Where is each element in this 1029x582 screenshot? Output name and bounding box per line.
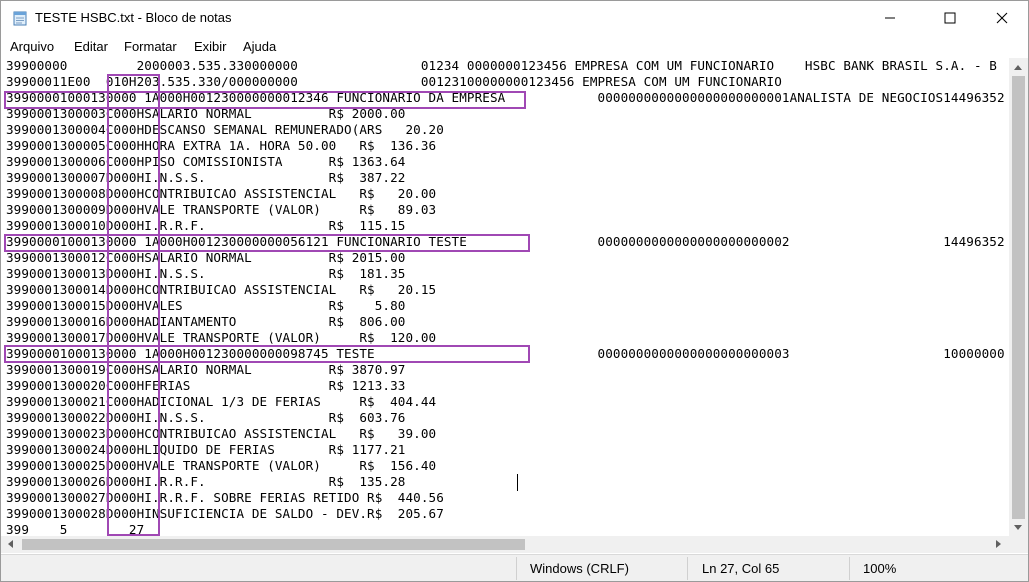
text-line: 3990001300019C000HSALARIO NORMAL R$ 3870… xyxy=(6,362,406,377)
notepad-icon xyxy=(12,10,28,26)
text-line: 3990001300005C000HHORA EXTRA 1A. HORA 50… xyxy=(6,138,437,153)
text-line: 3990001300014D000HCONTRIBUICAO ASSISTENC… xyxy=(6,282,437,297)
text-line: 39900001000130000 1A000H0012300000000987… xyxy=(6,346,1005,361)
status-cursor-position: Ln 27, Col 65 xyxy=(702,561,780,576)
text-line: 3990001300003C000HSALARIO NORMAL R$ 2000… xyxy=(6,106,406,121)
horizontal-scroll-thumb[interactable] xyxy=(22,539,525,550)
text-line: 3990001300021C000HADICIONAL 1/3 DE FERIA… xyxy=(6,394,437,409)
text-caret xyxy=(517,474,518,491)
menu-editar[interactable]: Editar xyxy=(74,39,108,54)
status-zoom: 100% xyxy=(863,561,897,576)
status-bar: Windows (CRLF) Ln 27, Col 65 100% xyxy=(1,554,1028,581)
text-line: 3990001300004C000HDESCANSO SEMANAL REMUN… xyxy=(6,122,444,137)
status-separator xyxy=(849,557,850,580)
scroll-right-icon[interactable] xyxy=(996,540,1001,548)
text-line: 3990001300016D000HADIANTAMENTO R$ 806.00 xyxy=(6,314,406,329)
scroll-left-icon[interactable] xyxy=(8,540,13,548)
text-line: 3990001300022D000HI.N.S.S. R$ 603.76 xyxy=(6,410,406,425)
menu-formatar[interactable]: Formatar xyxy=(124,39,177,54)
text-line: 3990001300027D000HI.R.R.F. SOBRE FERIAS … xyxy=(6,490,444,505)
status-separator xyxy=(687,557,688,580)
menu-arquivo[interactable]: Arquivo xyxy=(10,39,54,54)
minimize-button[interactable] xyxy=(867,1,913,35)
text-editor-area[interactable]: 39900000 2000003.535.330000000 01234 000… xyxy=(3,58,1008,536)
maximize-icon xyxy=(944,9,956,28)
scroll-down-icon[interactable] xyxy=(1014,525,1022,530)
title-bar[interactable]: TESTE HSBC.txt - Bloco de notas xyxy=(1,1,1028,35)
status-separator xyxy=(516,557,517,580)
maximize-button[interactable] xyxy=(927,1,973,35)
text-line: 3990001300007D000HI.N.S.S. R$ 387.22 xyxy=(6,170,406,185)
close-icon xyxy=(996,9,1008,28)
text-line: 39900011E00 010H203.535.330/000000000 00… xyxy=(6,74,782,89)
text-line: 3990001300006C000HPISO COMISSIONISTA R$ … xyxy=(6,154,406,169)
minimize-icon xyxy=(884,9,896,28)
text-line: 3990001300012C000HSALARIO NORMAL R$ 2015… xyxy=(6,250,406,265)
scrollbar-corner xyxy=(1009,536,1028,553)
text-line: 399 5 27 xyxy=(6,522,145,536)
vertical-scroll-thumb[interactable] xyxy=(1012,76,1025,519)
status-encoding: Windows (CRLF) xyxy=(530,561,629,576)
close-button[interactable] xyxy=(979,1,1025,35)
notepad-window: TESTE HSBC.txt - Bloco de notas Arquivo … xyxy=(0,0,1029,582)
text-line: 3990001300009D000HVALE TRANSPORTE (VALOR… xyxy=(6,202,437,217)
text-line: 3990001300023D000HCONTRIBUICAO ASSISTENC… xyxy=(6,426,437,441)
text-line: 3990001300008D000HCONTRIBUICAO ASSISTENC… xyxy=(6,186,437,201)
text-line: 3990001300015D000HVALES R$ 5.80 xyxy=(6,298,406,313)
text-line: 39900001000130000 1A000H0012300000000123… xyxy=(6,90,1005,105)
text-line: 3990001300028D000HINSUFICIENCIA DE SALDO… xyxy=(6,506,444,521)
menu-ajuda[interactable]: Ajuda xyxy=(243,39,276,54)
text-line: 39900001000130000 1A000H0012300000000561… xyxy=(6,234,1005,249)
text-line: 39900000 2000003.535.330000000 01234 000… xyxy=(6,58,997,73)
text-line: 3990001300026D000HI.R.R.F. R$ 135.28 xyxy=(6,474,406,489)
text-line: 3990001300025D000HVALE TRANSPORTE (VALOR… xyxy=(6,458,437,473)
menu-exibir[interactable]: Exibir xyxy=(194,39,227,54)
text-line: 3990001300010D000HI.R.R.F. R$ 115.15 xyxy=(6,218,406,233)
text-line: 3990001300017D000HVALE TRANSPORTE (VALOR… xyxy=(6,330,437,345)
menu-bar: Arquivo Editar Formatar Exibir Ajuda xyxy=(1,36,1028,58)
text-line: 3990001300020C000HFERIAS R$ 1213.33 xyxy=(6,378,406,393)
scroll-up-icon[interactable] xyxy=(1014,65,1022,70)
window-title: TESTE HSBC.txt - Bloco de notas xyxy=(35,10,232,25)
text-line: 3990001300024D000HLIQUIDO DE FERIAS R$ 1… xyxy=(6,442,406,457)
text-line: 3990001300013D000HI.N.S.S. R$ 181.35 xyxy=(6,266,406,281)
